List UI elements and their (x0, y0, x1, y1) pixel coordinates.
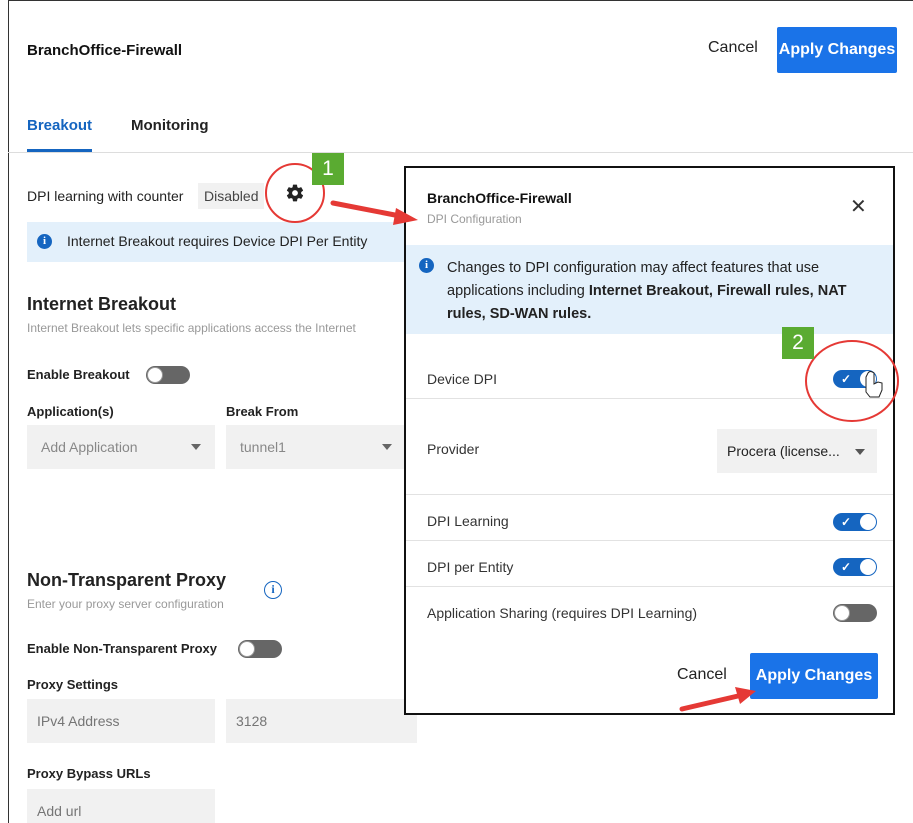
break-from-value: tunnel1 (240, 439, 286, 455)
close-icon[interactable]: ✕ (850, 194, 867, 218)
step-badge-1: 1 (312, 153, 344, 185)
proxy-subtitle: Enter your proxy server configuration (27, 597, 224, 611)
breakout-info-text: Internet Breakout requires Device DPI Pe… (67, 233, 368, 249)
provider-label: Provider (427, 441, 480, 457)
chevron-down-icon (855, 449, 865, 455)
application-select[interactable]: Add Application (27, 425, 215, 469)
internet-breakout-subtitle: Internet Breakout lets specific applicat… (27, 321, 356, 335)
bypass-url-input[interactable] (27, 789, 215, 823)
tabs-divider (8, 152, 913, 153)
check-icon: ✓ (841, 560, 852, 574)
device-dpi-label: Device DPI (427, 371, 498, 387)
chevron-down-icon (382, 444, 392, 450)
info-icon: i (37, 234, 52, 249)
provider-value: Procera (license... (727, 443, 840, 459)
dpi-status-badge: Disabled (198, 183, 265, 209)
dpi-learning-label: DPI learning with counter (27, 188, 184, 204)
enable-proxy-label: Enable Non-Transparent Proxy (27, 641, 217, 656)
check-icon: ✓ (841, 515, 852, 529)
page-title: BranchOffice-Firewall (27, 42, 183, 59)
break-from-select[interactable]: tunnel1 (226, 425, 406, 469)
dpi-warning-text: Changes to DPI configuration may affect … (447, 257, 877, 326)
breakout-info-banner: i Internet Breakout requires Device DPI … (27, 222, 407, 262)
info-icon: i (419, 258, 434, 273)
provider-select[interactable]: Procera (license... (717, 429, 877, 473)
app-sharing-label: Application Sharing (requires DPI Learni… (427, 605, 698, 621)
ipv4-address-input[interactable] (27, 699, 215, 743)
enable-breakout-label: Enable Breakout (27, 367, 130, 382)
dpi-learning-toggle[interactable]: ✓ (833, 513, 877, 531)
window-border-left (8, 0, 9, 823)
internet-breakout-title: Internet Breakout (27, 294, 177, 314)
tab-monitoring[interactable]: Monitoring (131, 117, 208, 134)
proxy-settings-label: Proxy Settings (27, 677, 119, 692)
dpi-learning-row-label: DPI Learning (427, 513, 509, 529)
chevron-down-icon (191, 444, 201, 450)
row-divider (406, 398, 893, 399)
dpi-per-entity-label: DPI per Entity (427, 559, 514, 575)
window-border-top (8, 0, 913, 1)
cancel-button[interactable]: Cancel (708, 39, 758, 57)
dialog-apply-changes-button[interactable]: Apply Changes (750, 653, 878, 699)
app-sharing-toggle[interactable] (833, 604, 877, 622)
apply-changes-button[interactable]: Apply Changes (777, 27, 897, 73)
step-badge-2: 2 (782, 327, 814, 359)
proxy-title: Non-Transparent Proxy (27, 570, 227, 590)
tab-breakout[interactable]: Breakout (27, 117, 92, 134)
row-divider (406, 586, 893, 587)
device-dpi-toggle[interactable]: ✓ (833, 370, 877, 388)
proxy-port-input[interactable] (226, 699, 417, 743)
dialog-cancel-button[interactable]: Cancel (677, 666, 727, 684)
dialog-subtitle: DPI Configuration (427, 212, 522, 226)
dpi-per-entity-toggle[interactable]: ✓ (833, 558, 877, 576)
dpi-configuration-dialog: BranchOffice-Firewall DPI Configuration … (404, 166, 895, 715)
proxy-bypass-label: Proxy Bypass URLs (27, 766, 151, 781)
enable-breakout-toggle[interactable] (146, 366, 190, 384)
check-icon: ✓ (841, 372, 852, 386)
gear-icon[interactable] (285, 183, 305, 203)
applications-label: Application(s) (27, 404, 114, 419)
break-from-label: Break From (226, 404, 299, 419)
info-circle-icon[interactable]: i (264, 581, 282, 599)
application-select-placeholder: Add Application (41, 439, 138, 455)
enable-proxy-toggle[interactable] (238, 640, 282, 658)
row-divider (406, 540, 893, 541)
arrow-to-dialog (330, 200, 403, 219)
dpi-warning-banner: i Changes to DPI configuration may affec… (406, 245, 893, 334)
dialog-title: BranchOffice-Firewall (427, 190, 572, 206)
row-divider (406, 494, 893, 495)
